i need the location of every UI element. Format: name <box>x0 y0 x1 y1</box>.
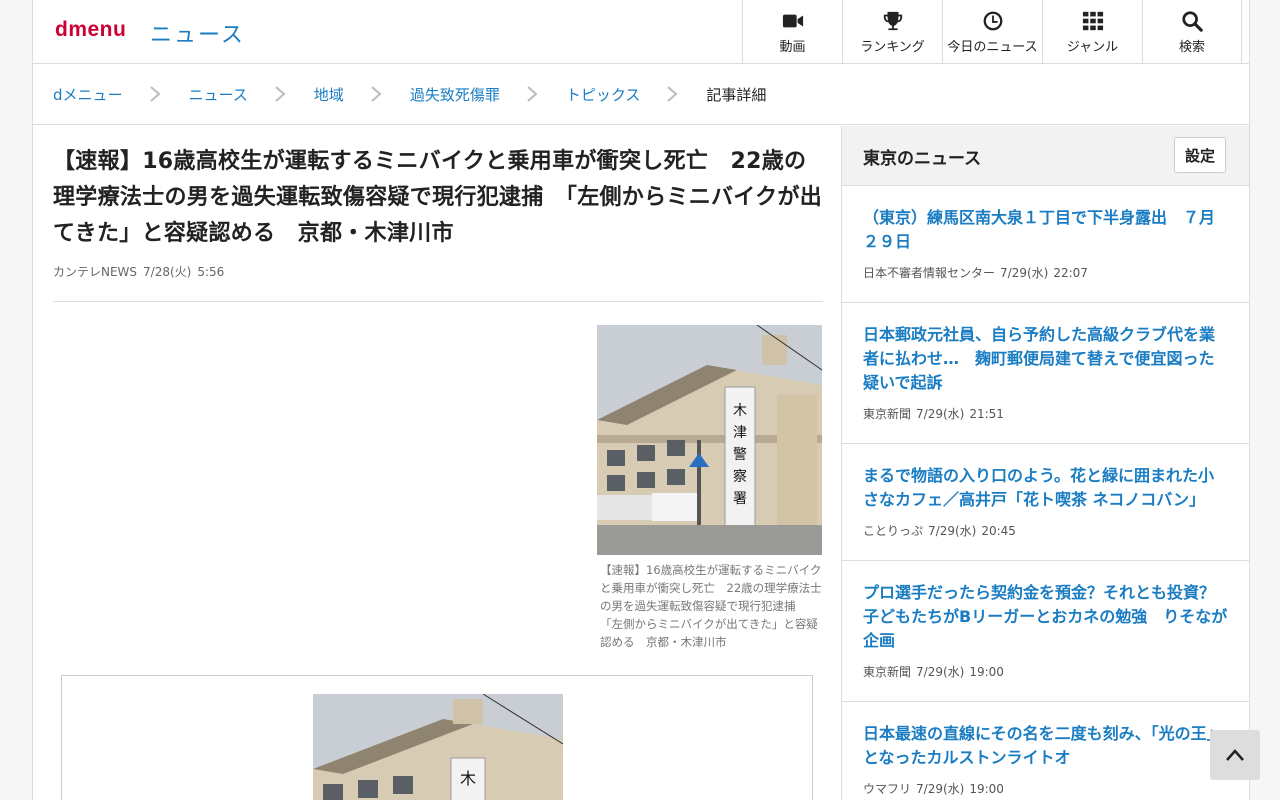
news-meta: 日本不審者情報センター 7/29(水) 22:07 <box>863 264 1230 281</box>
news-time: 19:00 <box>969 665 1004 679</box>
news-meta: ことりっぷ 7/29(水) 20:45 <box>863 522 1230 539</box>
article: 【速報】16歳高校生が運転するミニバイクと乗用車が衝突し死亡 22歳の理学療法士… <box>53 126 823 800</box>
news-time: 19:00 <box>969 782 1004 796</box>
nav-today-news[interactable]: 今日のニュース <box>942 0 1042 63</box>
news-meta: 東京新聞 7/29(水) 21:51 <box>863 405 1230 422</box>
article-date: 7/28(火) <box>143 265 192 279</box>
video-camera-icon <box>782 14 803 28</box>
nav-ranking[interactable]: ランキング <box>842 0 942 63</box>
logo-menu: menu <box>68 18 127 41</box>
svg-text:木: 木 <box>460 769 476 788</box>
breadcrumb-news[interactable]: ニュース <box>189 84 248 105</box>
article-time: 5:56 <box>197 265 225 279</box>
nav-video[interactable]: 動画 <box>742 0 842 63</box>
news-title[interactable]: 日本郵政元社員、自ら予約した高級クラブ代を業者に払わせ… 麹町郵便局建て替えで便… <box>863 323 1230 395</box>
news-time: 22:07 <box>1053 266 1088 280</box>
news-source: 日本不審者情報センター <box>863 266 996 280</box>
news-item[interactable]: 日本最速の直線にその名を二度も刻み、「光の王」となったカルストンライトオ ウマフ… <box>842 702 1249 800</box>
breadcrumb-category[interactable]: 過失致死傷罪 <box>410 84 500 105</box>
news-time: 20:45 <box>981 524 1016 538</box>
breadcrumb-dmenu[interactable]: dメニュー <box>53 84 123 105</box>
news-meta: 東京新聞 7/29(水) 19:00 <box>863 663 1230 680</box>
news-item[interactable]: 日本郵政元社員、自ら予約した高級クラブ代を業者に払わせ… 麹町郵便局建て替えで便… <box>842 303 1249 444</box>
news-source: ことりっぷ <box>863 524 924 538</box>
news-date: 7/29(水) <box>928 524 977 538</box>
news-item[interactable]: （東京）練馬区南大泉１丁目で下半身露出 ７月２９日 日本不審者情報センター 7/2… <box>842 186 1249 303</box>
news-title[interactable]: まるで物語の入り口のよう。花と緑に囲まれた小さなカフェ／高井戸「花ト喫茶 ネコノ… <box>863 464 1230 512</box>
clock-icon <box>983 11 1002 31</box>
breadcrumb-current: 記事詳細 <box>706 85 767 104</box>
news-item[interactable]: まるで物語の入り口のよう。花と緑に囲まれた小さなカフェ／高井戸「花ト喫茶 ネコノ… <box>842 444 1249 561</box>
site-header: dmenu ニュース 動画 ランキング 今日のニュース ジャンル 検索 <box>33 0 1249 64</box>
article-photo[interactable]: 木 津 警 察 署 <box>597 325 822 555</box>
breadcrumb-chevron-icon <box>362 84 390 104</box>
breadcrumb-chevron-icon <box>518 84 546 104</box>
breadcrumb-topics[interactable]: トピックス <box>566 84 641 105</box>
article-title: 【速報】16歳高校生が運転するミニバイクと乗用車が衝突し死亡 22歳の理学療法士… <box>53 149 823 246</box>
chevron-up-icon <box>1226 749 1244 761</box>
breadcrumb: dメニュー ニュース 地域 過失致死傷罪 トピックス 記事詳細 <box>33 64 1249 125</box>
nav-genre-label: ジャンル <box>1066 40 1119 55</box>
news-item[interactable]: プロ選手だったら契約金を預金？それとも投資？子どもたちがBリーガーとおカネの勉強… <box>842 561 1249 702</box>
svg-text:津: 津 <box>733 425 747 441</box>
nav-search-label: 検索 <box>1178 40 1205 55</box>
back-to-top-button[interactable] <box>1210 730 1260 780</box>
breadcrumb-region[interactable]: 地域 <box>314 84 344 105</box>
news-source: 東京新聞 <box>863 407 912 421</box>
header-nav: 動画 ランキング 今日のニュース ジャンル 検索 <box>742 0 1242 63</box>
sidebar-title: 東京のニュース <box>863 149 982 169</box>
nav-search[interactable]: 検索 <box>1142 0 1242 63</box>
section-title[interactable]: ニュース <box>150 17 245 49</box>
breadcrumb-chevron-icon <box>658 84 686 104</box>
svg-text:署: 署 <box>733 491 747 507</box>
svg-text:木: 木 <box>733 403 747 419</box>
sidebar-header: 東京のニュース 設定 <box>842 126 1249 186</box>
article-source[interactable]: カンテレNEWS <box>53 265 137 279</box>
news-title[interactable]: 日本最速の直線にその名を二度も刻み、「光の王」となったカルストンライトオ <box>863 722 1230 770</box>
breadcrumb-chevron-icon <box>266 84 294 104</box>
news-date: 7/29(水) <box>916 782 965 796</box>
svg-text:察: 察 <box>733 468 747 485</box>
news-date: 7/29(水) <box>916 407 965 421</box>
article-meta: カンテレNEWS 7/28(火) 5:56 <box>53 263 230 280</box>
settings-button[interactable]: 設定 <box>1174 137 1226 173</box>
news-source: ウマフリ <box>863 782 912 796</box>
news-title[interactable]: （東京）練馬区南大泉１丁目で下半身露出 ７月２９日 <box>863 206 1230 254</box>
news-time: 21:51 <box>969 407 1004 421</box>
page: dmenu ニュース 動画 ランキング 今日のニュース ジャンル 検索 dメニュ… <box>32 0 1250 800</box>
trophy-icon <box>883 11 902 31</box>
nav-video-label: 動画 <box>779 40 806 55</box>
svg-text:警: 警 <box>733 447 747 463</box>
news-date: 7/29(水) <box>916 665 965 679</box>
news-date: 7/29(水) <box>1000 266 1049 280</box>
divider <box>53 301 823 302</box>
nav-today-news-label: 今日のニュース <box>947 40 1038 55</box>
sidebar-local-news: 東京のニュース 設定 （東京）練馬区南大泉１丁目で下半身露出 ７月２９日 日本不… <box>841 126 1249 800</box>
embedded-media-box[interactable]: 木 <box>61 675 813 800</box>
news-source: 東京新聞 <box>863 665 912 679</box>
breadcrumb-chevron-icon <box>141 84 169 104</box>
search-icon <box>1182 11 1203 32</box>
dmenu-logo[interactable]: dmenu <box>55 18 126 42</box>
news-meta: ウマフリ 7/29(水) 19:00 <box>863 780 1230 797</box>
nav-ranking-label: ランキング <box>860 40 925 55</box>
photo-caption: 【速報】16歳高校生が運転するミニバイクと乗用車が衝突し死亡 22歳の理学療法士… <box>600 563 822 649</box>
logo-d: d <box>55 18 69 41</box>
grid-icon <box>1082 11 1103 31</box>
nav-genre[interactable]: ジャンル <box>1042 0 1142 63</box>
embedded-photo[interactable]: 木 <box>313 694 563 800</box>
news-title[interactable]: プロ選手だったら契約金を預金？それとも投資？子どもたちがBリーガーとおカネの勉強… <box>863 581 1230 653</box>
